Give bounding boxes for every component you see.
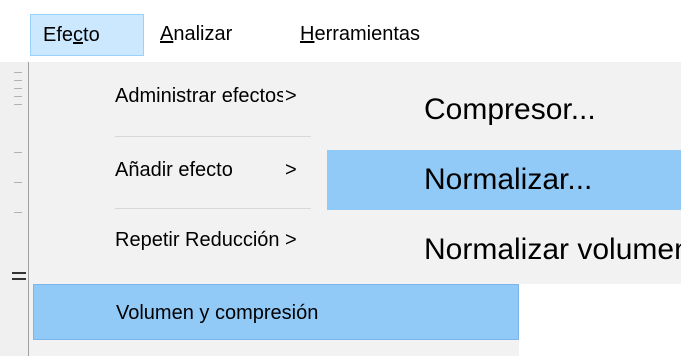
menu-item-label: Repetir Reducción de ruido	[115, 229, 283, 251]
menu-efecto[interactable]: Efecto	[30, 14, 144, 56]
menu-analizar-accel: A	[160, 23, 174, 45]
menu-herramientas-accel: H	[300, 23, 315, 45]
menu-item-administrar-efectos[interactable]: Administrar efectos >	[29, 68, 319, 124]
menu-item-label: Normalizar volumen	[424, 233, 681, 266]
menu-item-label: Administrar efectos	[115, 85, 283, 107]
menu-efecto-accel: c	[73, 24, 84, 46]
ruler-tick	[14, 212, 22, 213]
track-marker	[12, 278, 26, 280]
menu-herramientas[interactable]: Herramientas	[300, 12, 481, 56]
menu-item-normalizar[interactable]: Normalizar...	[327, 150, 681, 210]
menu-herramientas-post: erramientas	[314, 23, 421, 45]
ruler-tick	[14, 104, 22, 105]
menu-efecto-post: to	[83, 24, 100, 46]
ruler-tick	[14, 72, 22, 73]
menu-item-volumen-compresion[interactable]: Volumen y compresión	[33, 284, 519, 340]
ruler-tick	[14, 152, 22, 153]
menu-item-label: Normalizar...	[424, 163, 593, 196]
track-marker	[12, 272, 26, 274]
menu-item-compresor[interactable]: Compresor...	[319, 80, 681, 140]
volumen-submenu: Compresor... Normalizar... Normalizar vo…	[319, 62, 681, 284]
submenu-arrow-icon: >	[285, 85, 297, 107]
submenu-arrow-icon: >	[285, 229, 297, 251]
menu-item-label: Compresor...	[424, 93, 596, 126]
ruler-tick	[14, 182, 22, 183]
menu-item-label: Volumen y compresión	[116, 302, 319, 324]
menu-efecto-pre: Efe	[43, 24, 74, 46]
ruler-tick	[14, 96, 22, 97]
menu-bar: Efecto Analizar Herramientas	[0, 0, 681, 62]
menu-analizar[interactable]: Analizar	[160, 12, 232, 56]
editor-ruler-strip	[0, 62, 29, 356]
menu-analizar-post: nalizar	[173, 23, 233, 45]
menu-item-anadir-efecto[interactable]: Añadir efecto >	[29, 142, 319, 198]
menu-separator	[115, 208, 311, 209]
menu-separator	[115, 136, 311, 137]
submenu-arrow-icon: >	[285, 159, 297, 181]
ruler-tick	[14, 80, 22, 81]
ruler-tick	[14, 88, 22, 89]
menu-item-repetir-reduccion[interactable]: Repetir Reducción de ruido >	[29, 212, 319, 268]
menu-item-normalizar-volumen[interactable]: Normalizar volumen	[319, 220, 681, 280]
menu-item-label: Añadir efecto	[115, 159, 233, 181]
